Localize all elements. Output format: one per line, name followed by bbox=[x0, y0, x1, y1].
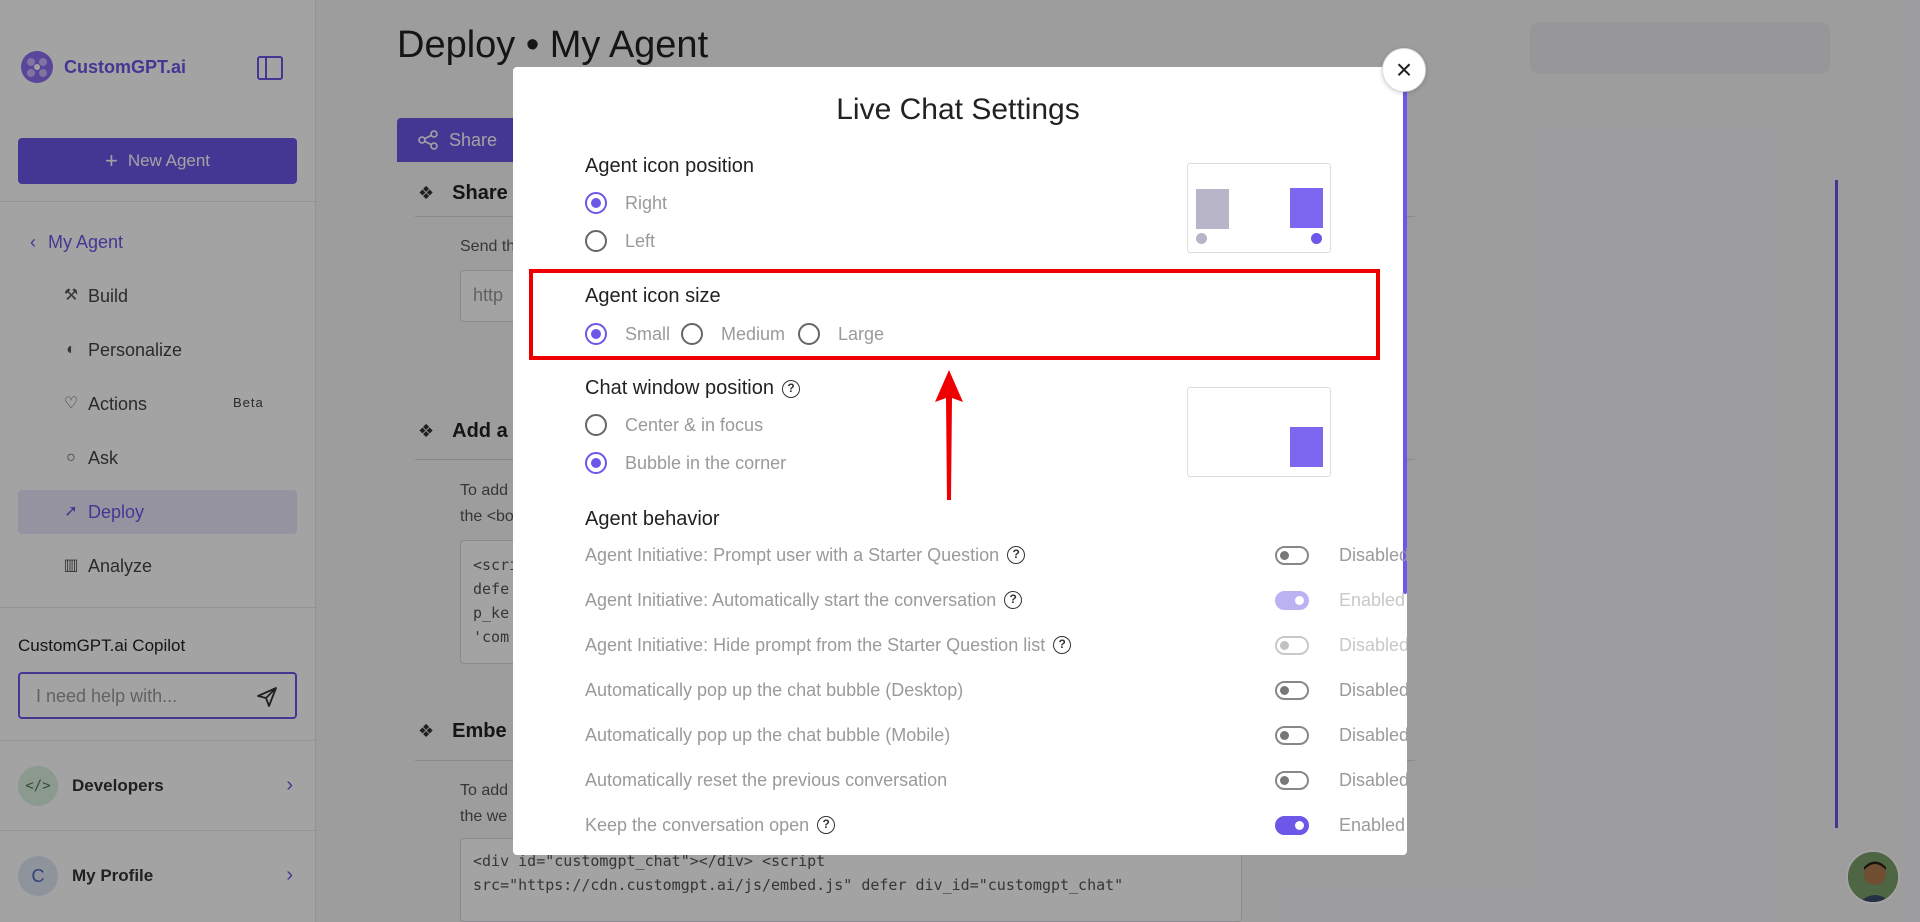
behavior-label-text: Keep the conversation open bbox=[585, 814, 810, 835]
radio-chat-position-bubble[interactable]: Bubble in the corner bbox=[585, 452, 786, 474]
behavior-row-auto-start: Agent Initiative: Automatically start th… bbox=[585, 585, 1405, 615]
preview-left-block bbox=[1196, 189, 1229, 229]
modal-title: Live Chat Settings bbox=[836, 93, 1080, 126]
help-icon[interactable]: ? bbox=[817, 816, 836, 834]
behavior-label: Keep the conversation open? bbox=[585, 814, 836, 836]
radio-label: Right bbox=[625, 192, 668, 213]
toggle-switch[interactable] bbox=[1275, 816, 1309, 835]
help-icon[interactable]: ? bbox=[1053, 636, 1072, 654]
chat-position-label: Chat window position ? bbox=[585, 377, 800, 400]
radio-icon-position-right[interactable]: Right bbox=[585, 192, 667, 214]
help-icon[interactable]: ? bbox=[1007, 546, 1026, 564]
behavior-label: Automatically pop up the chat bubble (De… bbox=[585, 679, 964, 700]
radio-button[interactable] bbox=[585, 452, 607, 474]
toggle-state: Disabled bbox=[1339, 680, 1407, 700]
toggle-switch[interactable] bbox=[1275, 771, 1309, 790]
preview-left-dot bbox=[1196, 233, 1207, 244]
toggle-switch[interactable] bbox=[1275, 636, 1309, 655]
radio-button[interactable] bbox=[585, 230, 607, 252]
preview-bubble-block bbox=[1290, 427, 1323, 467]
toggle-state: Disabled bbox=[1339, 545, 1407, 565]
radio-button[interactable] bbox=[585, 192, 607, 214]
toggle-state: Enabled bbox=[1339, 590, 1406, 610]
toggle-switch[interactable] bbox=[1275, 591, 1309, 610]
radio-button[interactable] bbox=[585, 414, 607, 436]
help-icon[interactable]: ? bbox=[782, 379, 800, 398]
chat-position-label-text: Chat window position bbox=[585, 377, 774, 399]
radio-label: Bubble in the corner bbox=[625, 452, 787, 473]
icon-position-label: Agent icon position bbox=[585, 155, 755, 177]
radio-icon-position-left[interactable]: Left bbox=[585, 230, 655, 252]
radio-chat-position-center[interactable]: Center & in focus bbox=[585, 414, 763, 436]
toggle-state: Disabled bbox=[1339, 770, 1407, 790]
behavior-row-starter-question: Agent Initiative: Prompt user with a Sta… bbox=[585, 540, 1407, 570]
behavior-label: Automatically pop up the chat bubble (Mo… bbox=[585, 724, 951, 745]
behavior-row-popup-desktop: Automatically pop up the chat bubble (De… bbox=[585, 675, 1407, 705]
toggle-state: Disabled bbox=[1339, 725, 1407, 745]
icon-position-preview bbox=[1187, 163, 1331, 253]
behavior-label-text: Agent Initiative: Hide prompt from the S… bbox=[585, 634, 1046, 655]
help-icon[interactable]: ? bbox=[1004, 591, 1023, 609]
behavior-row-hide-prompt: Agent Initiative: Hide prompt from the S… bbox=[585, 630, 1407, 660]
toggle-state: Enabled bbox=[1339, 815, 1406, 835]
behavior-label-text: Agent Initiative: Automatically start th… bbox=[585, 589, 997, 610]
annotation-arrow-icon bbox=[935, 370, 963, 500]
behavior-label: Automatically reset the previous convers… bbox=[585, 769, 948, 790]
close-modal-button[interactable]: × bbox=[1382, 48, 1426, 92]
behavior-row-popup-mobile: Automatically pop up the chat bubble (Mo… bbox=[585, 720, 1407, 750]
behavior-row-reset-conversation: Automatically reset the previous convers… bbox=[585, 765, 1407, 795]
toggle-switch[interactable] bbox=[1275, 726, 1309, 745]
behavior-label: Agent Initiative: Prompt user with a Sta… bbox=[585, 544, 1026, 566]
behavior-label: Agent Initiative: Automatically start th… bbox=[585, 589, 1023, 611]
radio-label: Left bbox=[625, 230, 656, 251]
behavior-label: Agent Initiative: Hide prompt from the S… bbox=[585, 634, 1072, 656]
preview-right-dot bbox=[1311, 233, 1322, 244]
behavior-label-text: Agent Initiative: Prompt user with a Sta… bbox=[585, 544, 1000, 565]
modal-scrollbar[interactable] bbox=[1403, 89, 1407, 594]
toggle-switch[interactable] bbox=[1275, 681, 1309, 700]
chat-position-preview bbox=[1187, 387, 1331, 477]
preview-right-block bbox=[1290, 188, 1323, 228]
highlight-box-icon-size bbox=[529, 269, 1380, 360]
radio-label: Center & in focus bbox=[625, 414, 764, 435]
toggle-switch[interactable] bbox=[1275, 546, 1309, 565]
toggle-state: Disabled bbox=[1339, 635, 1407, 655]
behavior-row-keep-open: Keep the conversation open? Enabled bbox=[585, 810, 1405, 840]
behavior-label: Agent behavior bbox=[585, 508, 720, 530]
close-icon: × bbox=[1395, 54, 1413, 85]
